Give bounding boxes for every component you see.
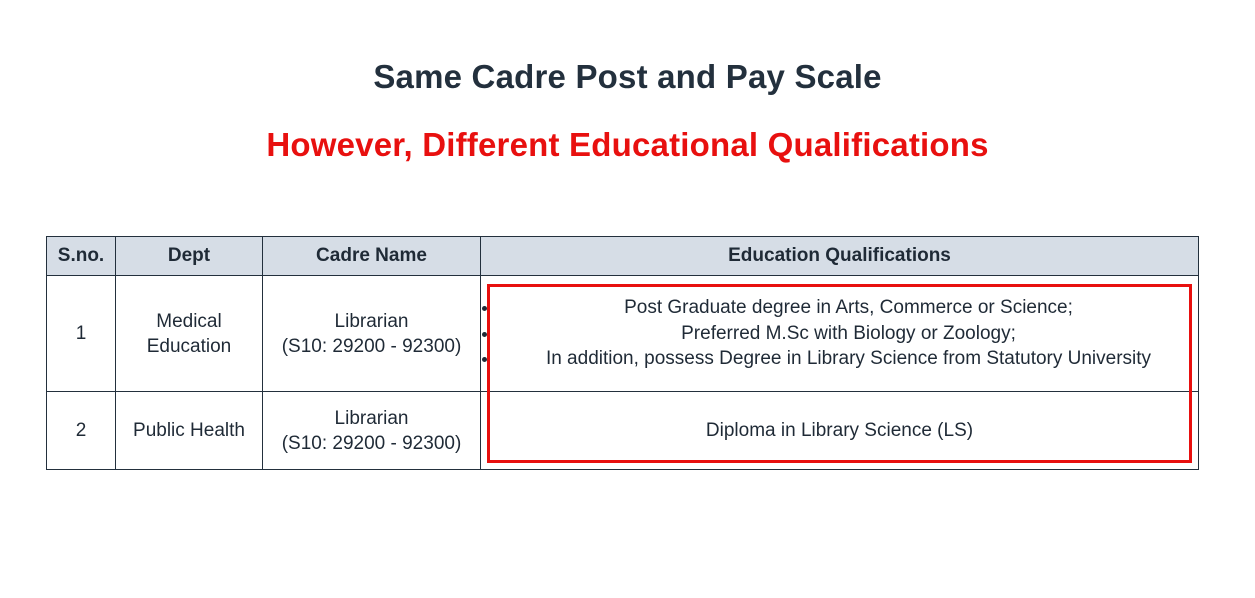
- header-sno: S.no.: [46, 236, 116, 276]
- row-dept: Public Health: [115, 391, 263, 470]
- row-cadre-name: Librarian (S10: 29200 - 92300): [262, 275, 481, 392]
- cadre-title: Librarian: [334, 310, 409, 332]
- page-subtitle: However, Different Educational Qualifica…: [266, 126, 989, 163]
- header-dept: Dept: [115, 236, 263, 276]
- row-dept: Medical Education: [115, 275, 263, 392]
- row-sno: 2: [46, 391, 116, 470]
- row-sno: 1: [46, 275, 116, 392]
- row-qualifications: Diploma in Library Science (LS): [480, 391, 1199, 470]
- qualification-list: Post Graduate degree in Arts, Commerce o…: [481, 295, 1198, 372]
- row-qualifications: Post Graduate degree in Arts, Commerce o…: [480, 275, 1199, 392]
- table-header-row: S.no. Dept Cadre Name Education Qualific…: [46, 236, 1199, 276]
- cadre-pay-scale: (S10: 29200 - 92300): [281, 432, 462, 454]
- qualification-item: In addition, possess Degree in Library S…: [499, 346, 1198, 372]
- table-row: 1 Medical Education Librarian (S10: 2920…: [46, 275, 1199, 392]
- header-education-qualifications: Education Qualifications: [480, 236, 1199, 276]
- dept-line: Medical: [156, 310, 222, 332]
- dept-line: Education: [146, 335, 232, 357]
- page-title: Same Cadre Post and Pay Scale: [373, 58, 882, 95]
- qualification-item: Preferred M.Sc with Biology or Zoology;: [499, 321, 1198, 347]
- qualification-item: Post Graduate degree in Arts, Commerce o…: [499, 295, 1198, 321]
- cadre-title: Librarian: [334, 407, 409, 429]
- header-cadre-name: Cadre Name: [262, 236, 481, 276]
- row-cadre-name: Librarian (S10: 29200 - 92300): [262, 391, 481, 470]
- qualifications-table: S.no. Dept Cadre Name Education Qualific…: [46, 236, 1199, 470]
- table-row: 2 Public Health Librarian (S10: 29200 - …: [46, 391, 1199, 470]
- cadre-pay-scale: (S10: 29200 - 92300): [281, 335, 462, 357]
